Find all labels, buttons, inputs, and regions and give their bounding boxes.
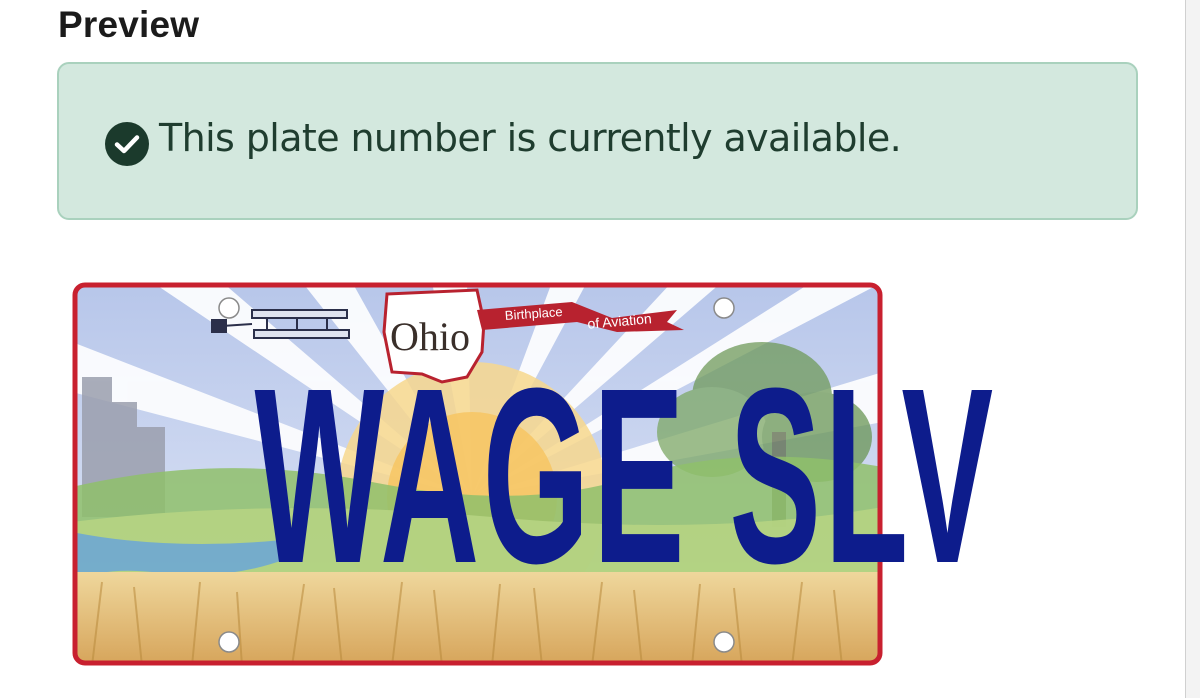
page-edge [1185, 0, 1200, 698]
availability-message: This plate number is currently available… [159, 116, 902, 160]
license-plate-preview: Ohio Birthplace of Aviation WAGE SLV [72, 282, 997, 666]
check-circle-icon [105, 122, 149, 166]
availability-alert: This plate number is currently available… [57, 62, 1138, 220]
preview-heading: Preview [58, 4, 200, 45]
plate-number-text: WAGE SLV [254, 336, 997, 615]
